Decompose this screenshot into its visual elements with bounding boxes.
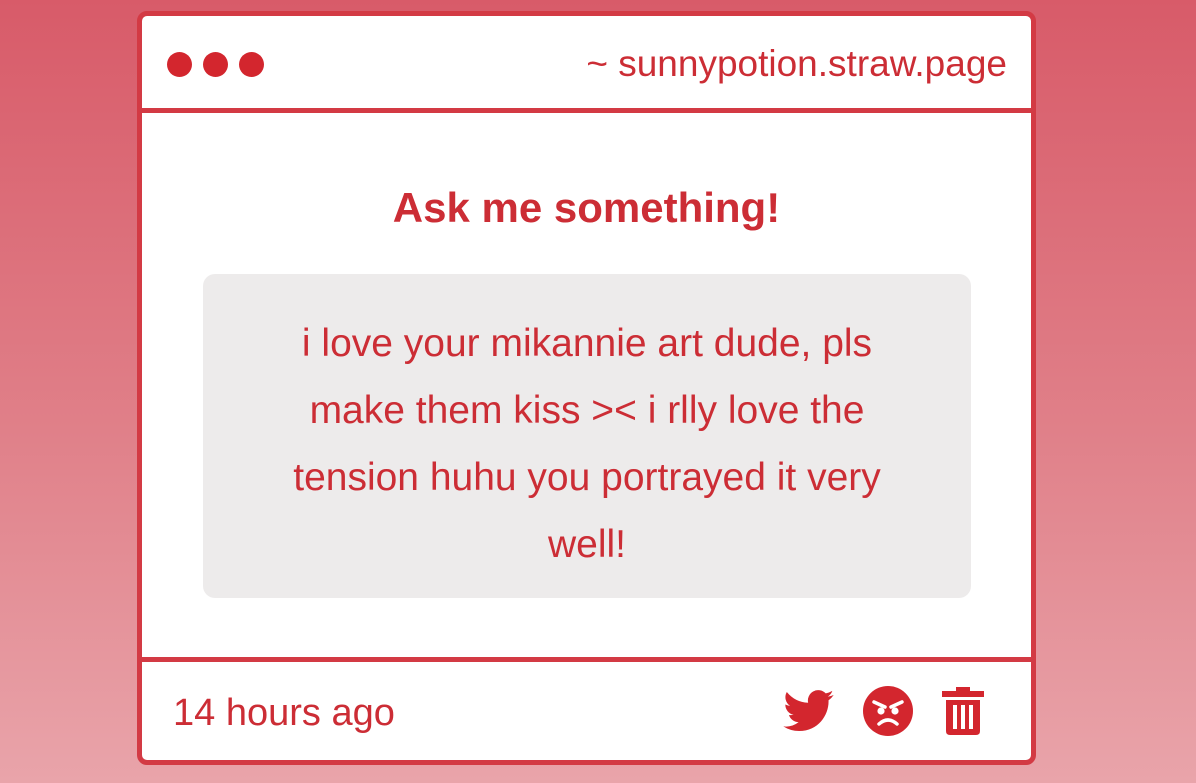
question-bubble: i love your mikannie art dude, pls make …	[203, 274, 971, 598]
ask-card-window: ~ sunnypotion.straw.page Ask me somethin…	[137, 11, 1036, 765]
question-content: Ask me something! i love your mikannie a…	[142, 113, 1031, 657]
timestamp: 14 hours ago	[173, 692, 395, 734]
window-dot-1	[167, 52, 192, 77]
action-bar	[783, 686, 984, 736]
delete-button[interactable]	[942, 687, 984, 735]
angry-face-icon	[863, 686, 913, 736]
card-footer: 14 hours ago	[142, 657, 1031, 760]
window-dot-2	[203, 52, 228, 77]
trash-icon	[942, 687, 984, 735]
report-button[interactable]	[863, 686, 913, 736]
twitter-icon	[783, 690, 834, 732]
window-dot-3	[239, 52, 264, 77]
window-dots	[167, 52, 264, 77]
twitter-share-button[interactable]	[783, 690, 834, 732]
title-bar: ~ sunnypotion.straw.page	[142, 16, 1031, 113]
page-title: Ask me something!	[392, 184, 781, 231]
question-text: i love your mikannie art dude, pls make …	[293, 322, 881, 566]
page-url[interactable]: ~ sunnypotion.straw.page	[586, 42, 1007, 86]
